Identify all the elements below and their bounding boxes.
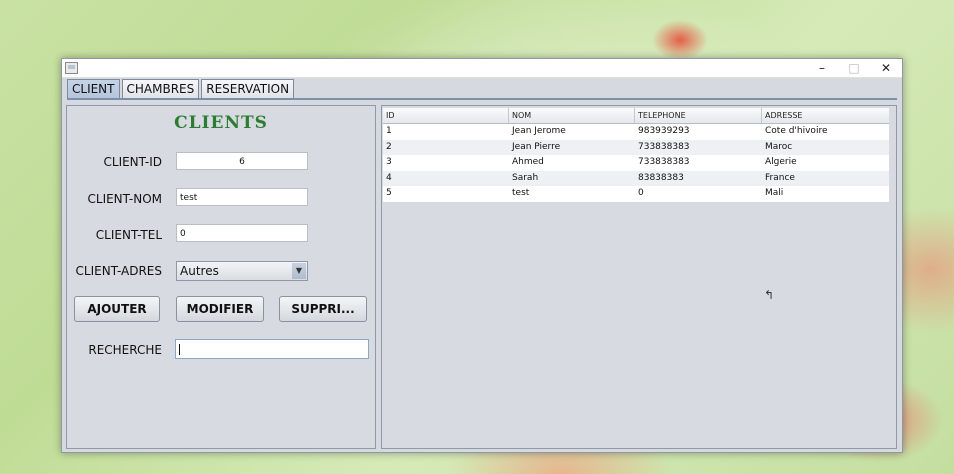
- cell-telephone: 733838383: [638, 141, 690, 152]
- minimize-button[interactable]: –: [806, 59, 838, 77]
- tab-chambres[interactable]: CHAMBRES: [121, 79, 200, 98]
- cell-id: 2: [386, 141, 392, 152]
- recherche-label: RECHERCHE: [88, 343, 162, 357]
- cell-id: 5: [386, 188, 392, 198]
- java-app-icon: [65, 62, 78, 74]
- client-form-panel: CLIENTS CLIENT-ID 6 CLIENT-NOM test CLIE…: [66, 105, 376, 449]
- cell-telephone: 983939293: [638, 126, 690, 136]
- tab-bar: CLIENT CHAMBRES RESERVATION: [67, 79, 296, 98]
- column-header-nom[interactable]: NOM: [509, 108, 635, 123]
- cell-telephone: 0: [638, 188, 644, 198]
- supprimer-button[interactable]: SUPPRI...: [279, 296, 367, 322]
- clients-table: ID NOM TELEPHONE ADRESSE 1 Jean Jerome 9…: [383, 108, 889, 202]
- cell-nom: test: [512, 188, 530, 198]
- cell-adresse: Algerie: [765, 157, 797, 167]
- cell-nom: Jean Pierre: [512, 141, 561, 152]
- cell-adresse: France: [765, 172, 795, 183]
- column-header-adresse[interactable]: ADRESSE: [762, 108, 889, 123]
- client-id-label: CLIENT-ID: [103, 155, 163, 169]
- cell-adresse: Mali: [765, 188, 784, 198]
- close-button[interactable]: ✕: [870, 59, 902, 77]
- client-adres-select[interactable]: Autres ▼: [176, 261, 308, 281]
- table-header: ID NOM TELEPHONE ADRESSE: [383, 108, 889, 124]
- chevron-down-icon[interactable]: ▼: [292, 263, 306, 279]
- column-header-id[interactable]: ID: [383, 108, 509, 123]
- title-bar[interactable]: – □ ✕: [62, 59, 902, 78]
- cell-id: 1: [386, 126, 392, 136]
- table-row[interactable]: 3 Ahmed 733838383 Algerie: [383, 155, 889, 171]
- cell-nom: Jean Jerome: [512, 126, 566, 136]
- search-input[interactable]: [175, 339, 369, 359]
- mouse-cursor-icon: ↰: [764, 288, 775, 302]
- form-title: CLIENTS: [174, 113, 268, 133]
- client-tel-label: CLIENT-TEL: [95, 228, 162, 242]
- cell-id: 4: [386, 172, 392, 183]
- client-adres-label: CLIENT-ADRES: [75, 264, 162, 278]
- client-adres-value: Autres: [180, 264, 219, 278]
- client-id-field[interactable]: 6: [176, 152, 308, 170]
- text-caret: [179, 344, 180, 355]
- clients-table-panel: ID NOM TELEPHONE ADRESSE 1 Jean Jerome 9…: [381, 105, 897, 449]
- cell-nom: Sarah: [512, 172, 539, 183]
- client-nom-field[interactable]: test: [176, 188, 308, 206]
- maximize-button[interactable]: □: [838, 59, 870, 77]
- client-tel-field[interactable]: 0: [176, 224, 308, 242]
- table-row[interactable]: 5 test 0 Mali: [383, 186, 889, 202]
- table-row[interactable]: 1 Jean Jerome 983939293 Cote d'hivoire: [383, 124, 889, 140]
- cell-nom: Ahmed: [512, 157, 544, 167]
- cell-telephone: 733838383: [638, 157, 690, 167]
- column-header-telephone[interactable]: TELEPHONE: [635, 108, 762, 123]
- client-nom-label: CLIENT-NOM: [87, 192, 163, 206]
- cell-adresse: Cote d'hivoire: [765, 126, 828, 136]
- table-row[interactable]: 4 Sarah 83838383 France: [383, 170, 889, 186]
- tab-divider: [67, 98, 897, 100]
- cell-adresse: Maroc: [765, 141, 793, 152]
- table-row[interactable]: 2 Jean Pierre 733838383 Maroc: [383, 139, 889, 155]
- tab-reservation[interactable]: RESERVATION: [201, 79, 295, 98]
- ajouter-button[interactable]: AJOUTER: [74, 296, 160, 322]
- cell-id: 3: [386, 157, 392, 167]
- modifier-button[interactable]: MODIFIER: [176, 296, 264, 322]
- tab-client[interactable]: CLIENT: [67, 79, 120, 98]
- app-window: – □ ✕ CLIENT CHAMBRES RESERVATION CLIENT…: [61, 58, 903, 453]
- cell-telephone: 83838383: [638, 172, 684, 183]
